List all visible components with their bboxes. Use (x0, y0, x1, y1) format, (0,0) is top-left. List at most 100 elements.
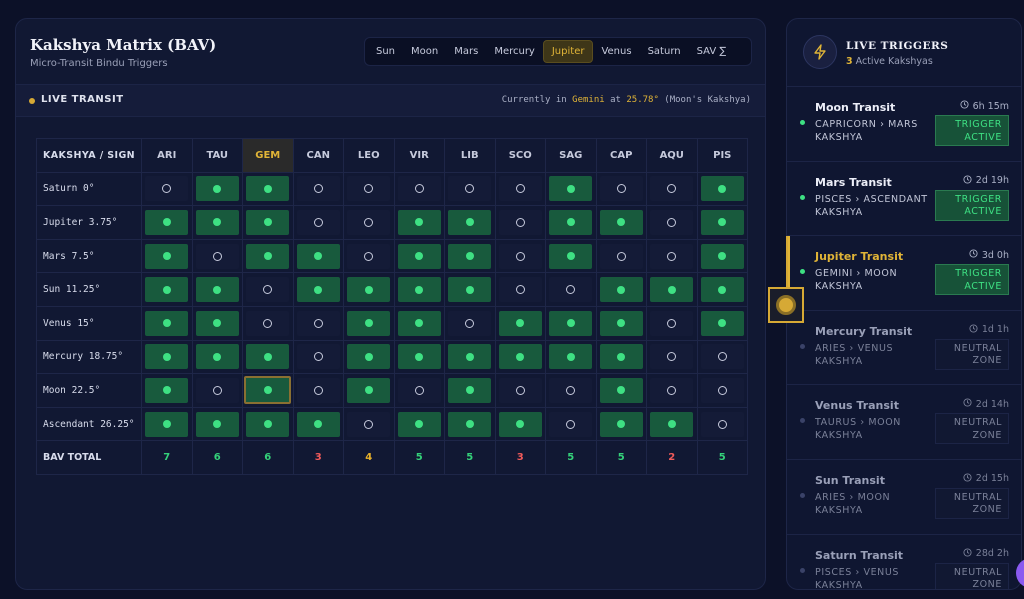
bindu-cell[interactable] (246, 176, 290, 202)
empty-cell[interactable] (650, 310, 694, 336)
empty-cell[interactable] (498, 277, 542, 303)
sign-header-vir[interactable]: VIR (393, 138, 445, 173)
bindu-cell[interactable] (700, 209, 744, 235)
bindu-cell[interactable] (145, 344, 189, 370)
bindu-cell[interactable] (397, 344, 441, 370)
empty-cell[interactable] (599, 176, 643, 202)
bindu-cell[interactable] (145, 209, 189, 235)
tab-sav[interactable]: SAV ∑ (689, 41, 735, 62)
sign-header-ari[interactable]: ARI (141, 138, 193, 173)
trigger-item[interactable]: Moon Transit CAPRICORN › MARS KAKSHYA 6h 15… (787, 87, 1021, 162)
bindu-cell[interactable] (246, 209, 290, 235)
sign-header-cap[interactable]: CAP (595, 138, 647, 173)
empty-cell[interactable] (296, 344, 340, 370)
bindu-cell[interactable] (599, 344, 643, 370)
bindu-cell[interactable] (195, 310, 239, 336)
tab-saturn[interactable]: Saturn (640, 41, 689, 62)
empty-cell[interactable] (700, 411, 744, 437)
bindu-cell[interactable] (448, 277, 492, 303)
bindu-cell[interactable] (397, 310, 441, 336)
empty-cell[interactable] (650, 209, 694, 235)
empty-cell[interactable] (347, 209, 391, 235)
trigger-item[interactable]: Mercury Transit ARIES › VENUS KAKSHYA 1d 1h… (787, 311, 1021, 386)
empty-cell[interactable] (296, 209, 340, 235)
bindu-cell[interactable] (700, 277, 744, 303)
bindu-cell[interactable] (246, 411, 290, 437)
sign-header-lib[interactable]: LIB (444, 138, 496, 173)
empty-cell[interactable] (599, 243, 643, 269)
empty-cell[interactable] (448, 310, 492, 336)
sign-header-pis[interactable]: PIS (696, 138, 748, 173)
empty-cell[interactable] (549, 377, 593, 403)
bindu-cell[interactable] (145, 310, 189, 336)
empty-cell[interactable] (498, 377, 542, 403)
bindu-cell[interactable] (650, 411, 694, 437)
bindu-cell[interactable] (296, 277, 340, 303)
trigger-item[interactable]: Saturn Transit PISCES › VENUS KAKSHYA 28d 2… (787, 535, 1021, 589)
empty-cell[interactable] (700, 377, 744, 403)
bindu-cell[interactable] (700, 176, 744, 202)
bindu-cell[interactable] (448, 411, 492, 437)
empty-cell[interactable] (498, 243, 542, 269)
sign-header-aqu[interactable]: AQU (646, 138, 698, 173)
bindu-cell[interactable] (296, 243, 340, 269)
bindu-cell[interactable] (347, 344, 391, 370)
empty-cell[interactable] (296, 176, 340, 202)
empty-cell[interactable] (700, 344, 744, 370)
empty-cell[interactable] (498, 176, 542, 202)
bindu-cell[interactable] (244, 376, 292, 405)
bindu-cell[interactable] (145, 411, 189, 437)
empty-cell[interactable] (296, 310, 340, 336)
sign-header-sag[interactable]: SAG (545, 138, 597, 173)
empty-cell[interactable] (347, 243, 391, 269)
bindu-cell[interactable] (397, 277, 441, 303)
bindu-cell[interactable] (498, 344, 542, 370)
sign-header-sco[interactable]: SCO (494, 138, 546, 173)
empty-cell[interactable] (397, 176, 441, 202)
bindu-cell[interactable] (397, 411, 441, 437)
bindu-cell[interactable] (195, 344, 239, 370)
sign-header-can[interactable]: CAN (292, 138, 344, 173)
bindu-cell[interactable] (397, 209, 441, 235)
bindu-cell[interactable] (549, 310, 593, 336)
trigger-item[interactable]: Venus Transit TAURUS › MOON KAKSHYA 2d 14h N… (787, 385, 1021, 460)
bindu-cell[interactable] (347, 310, 391, 336)
bindu-cell[interactable] (650, 277, 694, 303)
bindu-cell[interactable] (145, 277, 189, 303)
sign-header-gem[interactable]: GEM (242, 138, 294, 173)
empty-cell[interactable] (650, 243, 694, 269)
empty-cell[interactable] (448, 176, 492, 202)
trigger-item[interactable]: Sun Transit ARIES › MOON KAKSHYA 2d 15h NEUT… (787, 460, 1021, 535)
bindu-cell[interactable] (448, 209, 492, 235)
timeline-scrubber-handle[interactable] (768, 287, 804, 323)
empty-cell[interactable] (195, 377, 239, 403)
bindu-cell[interactable] (145, 377, 189, 403)
bindu-cell[interactable] (549, 209, 593, 235)
tab-sun[interactable]: Sun (368, 41, 403, 62)
bindu-cell[interactable] (448, 344, 492, 370)
empty-cell[interactable] (145, 176, 189, 202)
tab-venus[interactable]: Venus (593, 41, 639, 62)
trigger-item[interactable]: Mars Transit PISCES › ASCENDANT KAKSHYA 2d … (787, 162, 1021, 237)
empty-cell[interactable] (397, 377, 441, 403)
empty-cell[interactable] (549, 411, 593, 437)
bindu-cell[interactable] (195, 277, 239, 303)
empty-cell[interactable] (246, 277, 290, 303)
bindu-cell[interactable] (599, 209, 643, 235)
empty-cell[interactable] (650, 344, 694, 370)
bindu-cell[interactable] (549, 243, 593, 269)
empty-cell[interactable] (347, 411, 391, 437)
sign-header-leo[interactable]: LEO (343, 138, 395, 173)
empty-cell[interactable] (296, 377, 340, 403)
bindu-cell[interactable] (599, 310, 643, 336)
bindu-cell[interactable] (246, 344, 290, 370)
bindu-cell[interactable] (246, 243, 290, 269)
tab-moon[interactable]: Moon (403, 41, 446, 62)
bindu-cell[interactable] (195, 411, 239, 437)
trigger-item[interactable]: Jupiter Transit GEMINI › MOON KAKSHYA 3d 0h… (787, 236, 1021, 311)
bindu-cell[interactable] (599, 277, 643, 303)
bindu-cell[interactable] (498, 310, 542, 336)
bindu-cell[interactable] (195, 209, 239, 235)
bindu-cell[interactable] (498, 411, 542, 437)
tab-mercury[interactable]: Mercury (486, 41, 543, 62)
